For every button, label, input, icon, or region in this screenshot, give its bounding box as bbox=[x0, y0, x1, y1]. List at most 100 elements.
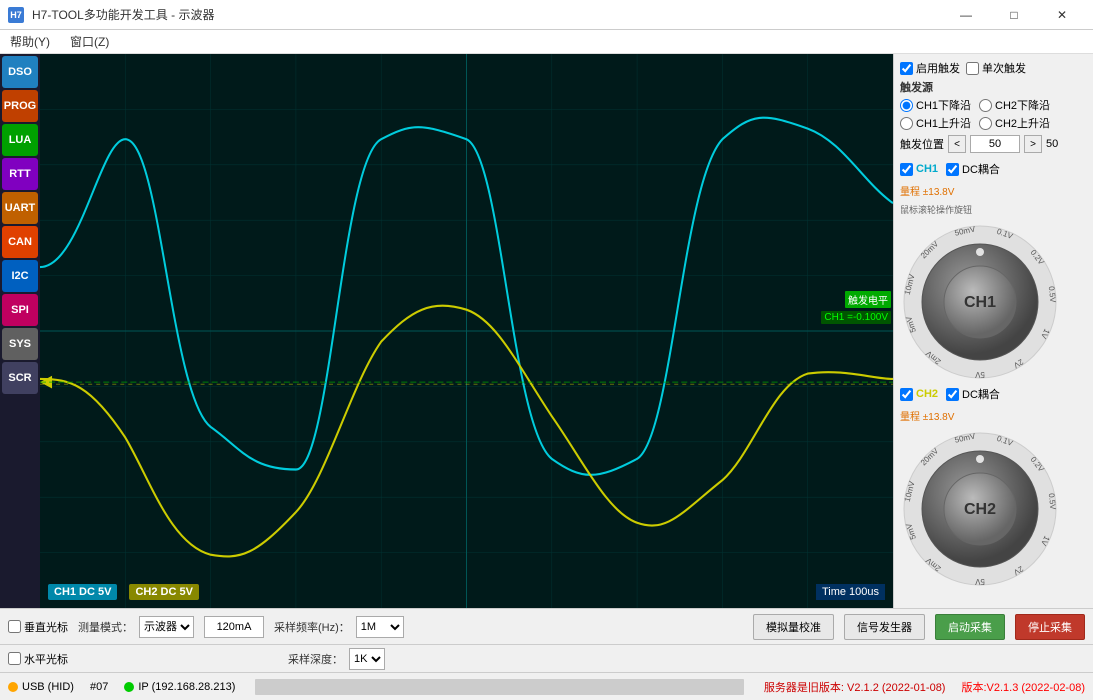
trigger-enable-checkbox[interactable]: 启用触发 bbox=[900, 60, 960, 76]
trigger-pos-row: 触发位置 < > 50 bbox=[900, 135, 1087, 153]
ch1-dc-coupling-label: DC耦合 bbox=[962, 161, 1000, 177]
sidebar: DSO PROG LUA RTT UART CAN I2C SPI SYS SC… bbox=[0, 54, 40, 608]
ch2-range: 量程 ±13.8V bbox=[900, 408, 1087, 423]
trigger-enable-label: 启用触发 bbox=[916, 60, 960, 76]
mode-select[interactable]: 示波器 记录仪 bbox=[139, 616, 194, 638]
menu-window[interactable]: 窗口(Z) bbox=[64, 31, 115, 52]
sidebar-item-lua[interactable]: LUA bbox=[2, 124, 38, 156]
trigger-section: 启用触发 单次触发 触发源 CH1下降沿 CH2下降沿 bbox=[900, 60, 1087, 157]
horizontal-cursor-label: 水平光标 bbox=[24, 651, 68, 667]
ch1-enable-checkbox[interactable]: CH1 bbox=[900, 163, 938, 176]
main-area: DSO PROG LUA RTT UART CAN I2C SPI SYS SC… bbox=[0, 54, 1093, 608]
ch2-label: CH2 DC 5V bbox=[129, 584, 198, 600]
sidebar-item-dso[interactable]: DSO bbox=[2, 56, 38, 88]
sidebar-item-spi[interactable]: SPI bbox=[2, 294, 38, 326]
trigger-enable-input[interactable] bbox=[900, 62, 913, 75]
ch1-hint: 鼠标滚轮操作旋钮 bbox=[900, 203, 1087, 216]
trigger-level-label: 触发电平 bbox=[845, 291, 891, 308]
ch2-dc-coupling-checkbox[interactable]: DC耦合 bbox=[946, 386, 1000, 402]
trigger-source-section-label: 触发源 bbox=[900, 79, 1087, 95]
sidebar-item-uart[interactable]: UART bbox=[2, 192, 38, 224]
single-trigger-label: 单次触发 bbox=[982, 60, 1026, 76]
trigger-pos-label: 触发位置 bbox=[900, 136, 944, 152]
ip-status: IP (192.168.28.213) bbox=[124, 681, 235, 693]
ch1-knob-wrapper: 2mV 5mV 10mV 20mV 50mV 0.1V 0.2V 0.5V 1V… bbox=[900, 222, 1060, 382]
trigger-enable-row: 启用触发 单次触发 bbox=[900, 60, 1087, 76]
scope-svg bbox=[40, 54, 893, 608]
ch2-dc-coupling-label: DC耦合 bbox=[962, 386, 1000, 402]
ch1-rising-label: CH1上升沿 bbox=[916, 115, 971, 131]
menu-help[interactable]: 帮助(Y) bbox=[4, 31, 56, 52]
trigger-pos-left-btn[interactable]: < bbox=[948, 135, 966, 153]
sidebar-item-sys[interactable]: SYS bbox=[2, 328, 38, 360]
svg-text:0.5V: 0.5V bbox=[1047, 286, 1058, 304]
vertical-cursor-label: 垂直光标 bbox=[24, 619, 68, 635]
ip-label: IP (192.168.28.213) bbox=[138, 681, 235, 693]
ch1-knob-label: CH1 bbox=[964, 294, 996, 311]
ch-labels: CH1 DC 5V CH2 DC 5V bbox=[48, 584, 199, 600]
trigger-pos-value-label: 50 bbox=[1046, 138, 1058, 150]
svg-text:5V: 5V bbox=[974, 577, 984, 586]
ch1-trigger-value: CH1 =-0.100V bbox=[821, 311, 891, 324]
mode-group: 测量模式： 示波器 记录仪 bbox=[78, 616, 194, 638]
ch1-section-label: CH1 bbox=[916, 163, 938, 175]
sidebar-item-scr[interactable]: SCR bbox=[2, 362, 38, 394]
bottom-toolbar-2: 水平光标 采样深度： 1K 2K 4K 8K bbox=[0, 644, 1093, 672]
ch1-falling-radio[interactable]: CH1下降沿 bbox=[900, 97, 971, 113]
single-trigger-checkbox[interactable]: 单次触发 bbox=[966, 60, 1026, 76]
mode-label: 测量模式： bbox=[78, 619, 133, 635]
sidebar-item-can[interactable]: CAN bbox=[2, 226, 38, 258]
ch2-falling-radio[interactable]: CH2下降沿 bbox=[979, 97, 1050, 113]
sidebar-item-i2c[interactable]: I2C bbox=[2, 260, 38, 292]
vertical-cursor-checkbox[interactable]: 垂直光标 bbox=[8, 619, 68, 635]
server-version: 服务器是旧版本: V2.1.2 (2022-01-08) bbox=[764, 679, 946, 695]
ch1-rising-radio[interactable]: CH1上升沿 bbox=[900, 115, 971, 131]
title-bar: H7 H7-TOOL多功能开发工具 - 示波器 — □ ✕ bbox=[0, 0, 1093, 30]
sample-depth-group: 采样深度： 1K 2K 4K 8K bbox=[288, 648, 385, 670]
ch2-knob-wrapper: 2mV 5mV 10mV 20mV 50mV 0.1V 0.2V 0.5V 1V… bbox=[900, 429, 1060, 589]
ch2-knob-label: CH2 bbox=[964, 501, 996, 518]
ch2-rising-radio[interactable]: CH2上升沿 bbox=[979, 115, 1050, 131]
ip-dot bbox=[124, 682, 134, 692]
sidebar-item-rtt[interactable]: RTT bbox=[2, 158, 38, 190]
sample-depth-select[interactable]: 1K 2K 4K 8K bbox=[349, 648, 385, 670]
minimize-button[interactable]: — bbox=[943, 4, 989, 26]
single-trigger-input[interactable] bbox=[966, 62, 979, 75]
device-id-label: #07 bbox=[90, 681, 108, 693]
calibrate-button[interactable]: 模拟量校准 bbox=[753, 614, 834, 640]
ch2-enable-checkbox[interactable]: CH2 bbox=[900, 388, 938, 401]
sidebar-item-prog[interactable]: PROG bbox=[2, 90, 38, 122]
signal-gen-button[interactable]: 信号发生器 bbox=[844, 614, 925, 640]
sample-rate-group: 采样频率(Hz)： 1M 500K 250K 100K bbox=[274, 616, 404, 638]
ch2-knob-svg: 2mV 5mV 10mV 20mV 50mV 0.1V 0.2V 0.5V 1V… bbox=[900, 429, 1060, 589]
ch2-rising-label: CH2上升沿 bbox=[995, 115, 1050, 131]
bottom-toolbar: 垂直光标 测量模式： 示波器 记录仪 采样频率(Hz)： 1M 500K 250… bbox=[0, 608, 1093, 644]
stop-capture-button[interactable]: 停止采集 bbox=[1015, 614, 1085, 640]
ch2-falling-label: CH2下降沿 bbox=[995, 97, 1050, 113]
ch1-range: 量程 ±13.8V bbox=[900, 183, 1087, 198]
current-input[interactable] bbox=[204, 616, 264, 638]
device-id: #07 bbox=[90, 681, 108, 693]
progress-bar bbox=[255, 679, 744, 695]
usb-status: USB (HID) bbox=[8, 681, 74, 693]
ch1-label: CH1 DC 5V bbox=[48, 584, 117, 600]
usb-label: USB (HID) bbox=[22, 681, 74, 693]
scope-area[interactable]: 触发电平 CH1 =-0.100V CH1 DC 5V CH2 DC 5V Ti… bbox=[40, 54, 893, 608]
ch1-dc-coupling-checkbox[interactable]: DC耦合 bbox=[946, 161, 1000, 177]
trigger-pos-input[interactable] bbox=[970, 135, 1020, 153]
start-capture-button[interactable]: 启动采集 bbox=[935, 614, 1005, 640]
svg-text:0.5V: 0.5V bbox=[1047, 493, 1058, 511]
trigger-pos-right-btn[interactable]: > bbox=[1024, 135, 1042, 153]
close-button[interactable]: ✕ bbox=[1039, 4, 1085, 26]
sample-rate-select[interactable]: 1M 500K 250K 100K bbox=[356, 616, 404, 638]
usb-dot bbox=[8, 682, 18, 692]
horizontal-cursor-group: 水平光标 bbox=[8, 651, 68, 667]
maximize-button[interactable]: □ bbox=[991, 4, 1037, 26]
app-icon: H7 bbox=[8, 7, 24, 23]
horizontal-cursor-checkbox[interactable]: 水平光标 bbox=[8, 651, 68, 667]
client-version: 版本:V2.1.3 (2022-02-08) bbox=[961, 679, 1085, 695]
window-controls[interactable]: — □ ✕ bbox=[943, 4, 1085, 26]
ch1-falling-label: CH1下降沿 bbox=[916, 97, 971, 113]
status-bar: USB (HID) #07 IP (192.168.28.213) 服务器是旧版… bbox=[0, 672, 1093, 700]
svg-text:5V: 5V bbox=[974, 370, 984, 379]
